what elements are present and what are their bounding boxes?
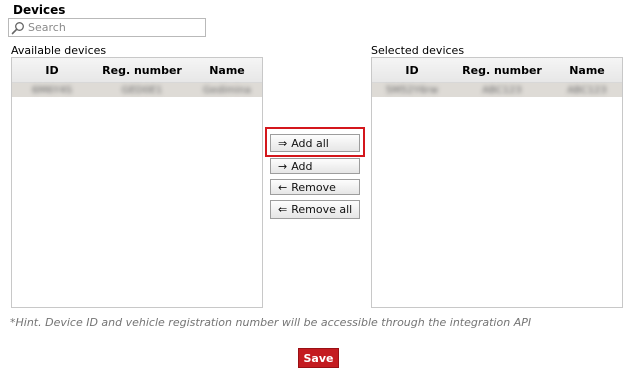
remove-label: Remove: [291, 180, 336, 194]
column-header-id[interactable]: ID: [12, 64, 92, 77]
hint-text: *Hint. Device ID and vehicle registratio…: [10, 316, 532, 329]
arrow-right-icon: →: [278, 159, 288, 173]
remove-all-button[interactable]: ⇐ Remove all: [270, 200, 360, 219]
table-row[interactable]: 5M52Y6rw ABC123 ABC123: [372, 83, 622, 97]
cell-id: 5M52Y6rw: [385, 84, 439, 96]
cell-name: ABC123: [567, 84, 607, 96]
selected-devices-label: Selected devices: [371, 44, 465, 57]
available-devices-list[interactable]: ID Reg. number Name 6M6Y4S GED0E1 Gedimi…: [11, 57, 263, 308]
add-button[interactable]: → Add: [270, 158, 360, 174]
search-input[interactable]: [28, 20, 203, 35]
remove-all-label: Remove all: [291, 203, 353, 216]
column-header-reg-number[interactable]: Reg. number: [452, 64, 552, 77]
table-header: ID Reg. number Name: [12, 58, 262, 83]
remove-button[interactable]: ← Remove: [270, 179, 360, 195]
arrow-left-icon: ←: [278, 180, 288, 194]
cell-reg-number: ABC123: [482, 84, 522, 96]
save-button[interactable]: Save: [298, 348, 339, 368]
column-header-id[interactable]: ID: [372, 64, 452, 77]
cell-name: Gedimina: [202, 84, 251, 96]
table-row[interactable]: 6M6Y4S GED0E1 Gedimina: [12, 83, 262, 97]
column-header-reg-number[interactable]: Reg. number: [92, 64, 192, 77]
cell-reg-number: GED0E1: [121, 84, 163, 96]
column-header-name[interactable]: Name: [192, 64, 262, 77]
column-header-name[interactable]: Name: [552, 64, 622, 77]
page-title: Devices: [13, 3, 66, 17]
add-label: Add: [291, 159, 313, 173]
double-arrow-left-icon: ⇐: [278, 203, 288, 216]
table-header: ID Reg. number Name: [372, 58, 622, 83]
available-devices-label: Available devices: [11, 44, 107, 57]
add-all-button[interactable]: ⇒ Add all: [270, 134, 360, 152]
add-all-label: Add all: [291, 136, 329, 150]
selected-devices-list[interactable]: ID Reg. number Name 5M52Y6rw ABC123 ABC1…: [371, 57, 623, 308]
double-arrow-right-icon: ⇒: [278, 136, 288, 150]
search-box[interactable]: [8, 18, 206, 37]
cell-id: 6M6Y4S: [31, 84, 73, 96]
search-icon: [11, 22, 24, 35]
